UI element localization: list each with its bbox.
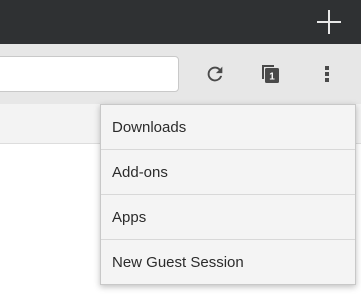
menu-item-new-guest-session[interactable]: New Guest Session [101, 240, 355, 285]
overflow-menu-icon [325, 66, 329, 82]
menu-item-label: Add-ons [112, 163, 168, 181]
tab-count-label: 1 [269, 72, 275, 83]
tabs-button[interactable]: 1 [254, 58, 286, 90]
menu-item-label: Downloads [112, 118, 187, 136]
toolbar: 1 [0, 44, 361, 104]
menu-item-add-ons[interactable]: Add-ons [101, 150, 355, 195]
tabs-counter-icon: 1 [262, 65, 279, 83]
tab-strip [0, 0, 361, 44]
menu-button[interactable] [311, 58, 343, 90]
reload-icon [207, 66, 223, 82]
overflow-menu: Downloads Add-ons Apps New Guest Session [100, 104, 356, 285]
menu-item-downloads[interactable]: Downloads [101, 105, 355, 150]
browser-window: 1 Downloads Add-ons Apps New Guest Sessi… [0, 0, 361, 302]
reload-button[interactable] [199, 58, 231, 90]
new-tab-plus-icon[interactable] [315, 8, 343, 36]
menu-item-apps[interactable]: Apps [101, 195, 355, 240]
menu-item-label: New Guest Session [112, 254, 244, 271]
menu-item-label: Apps [112, 208, 147, 226]
url-input[interactable] [0, 56, 179, 92]
